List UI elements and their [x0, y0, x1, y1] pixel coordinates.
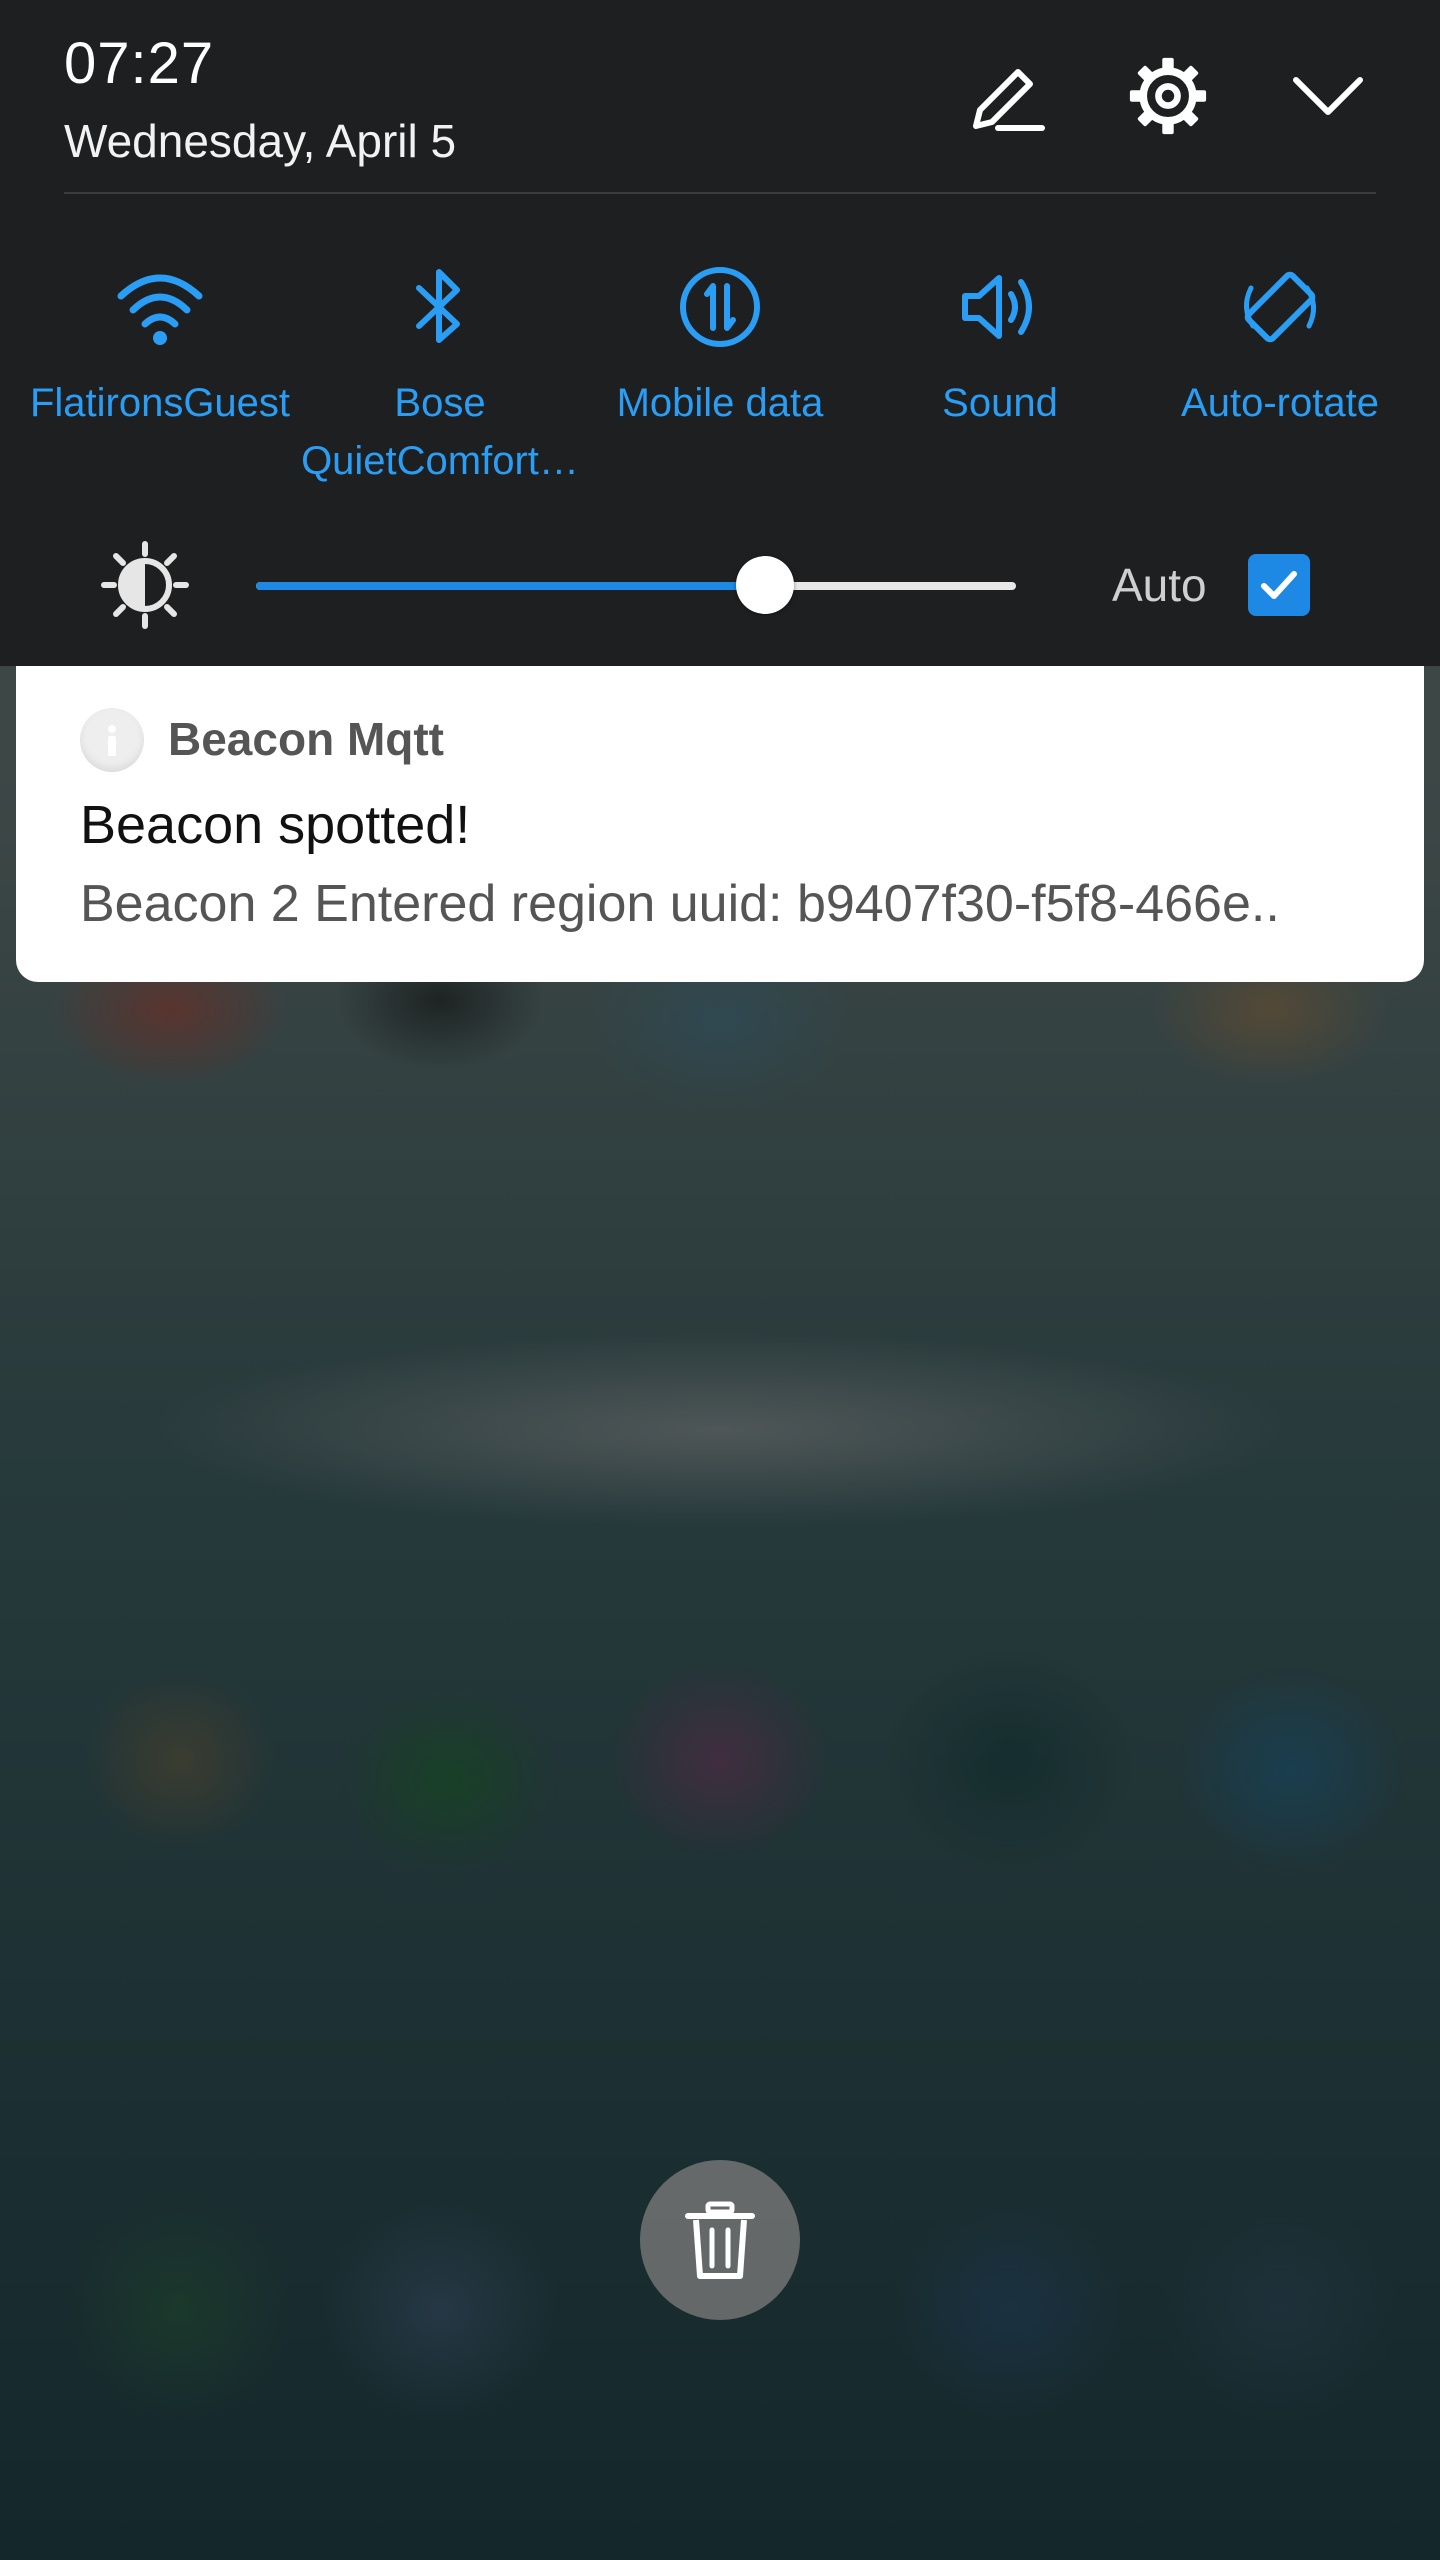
date-label: Wednesday, April 5: [64, 115, 457, 167]
brightness-icon: [100, 540, 190, 630]
auto-rotate-icon: [1235, 262, 1325, 352]
tile-auto-rotate[interactable]: Auto-rotate: [1140, 262, 1420, 432]
trash-icon: [685, 2201, 755, 2279]
tile-label-line2: QuietComfort…: [301, 439, 579, 483]
clear-all-button[interactable]: [640, 2160, 800, 2320]
bluetooth-icon: [395, 262, 485, 352]
mobile-data-icon: [675, 262, 765, 352]
tile-mobile-data[interactable]: Mobile data: [580, 262, 860, 432]
notification-card[interactable]: Beacon Mqtt Beacon spotted! Beacon 2 Ent…: [16, 666, 1424, 982]
gear-icon[interactable]: [1128, 56, 1208, 136]
wifi-icon: [115, 262, 205, 352]
notification-app-name: Beacon Mqtt: [168, 713, 444, 765]
brightness-slider-thumb[interactable]: [736, 556, 795, 614]
info-icon: [80, 708, 144, 772]
auto-brightness-label: Auto: [1112, 559, 1207, 611]
quick-settings-panel: 07:27 Wednesday, April 5 FlatironsGuest …: [0, 0, 1440, 666]
header-divider: [64, 192, 1376, 194]
tile-sound[interactable]: Sound: [860, 262, 1140, 432]
brightness-slider-fill: [256, 582, 766, 590]
tile-label: Mobile data: [616, 381, 824, 425]
chevron-down-icon[interactable]: [1288, 56, 1368, 136]
checkmark-icon: [1261, 571, 1297, 599]
tile-wifi[interactable]: FlatironsGuest: [20, 262, 300, 432]
brightness-slider[interactable]: [256, 556, 1016, 614]
auto-brightness-checkbox[interactable]: [1248, 554, 1310, 616]
tile-label: FlatironsGuest: [29, 381, 291, 425]
notification-body: Beacon 2 Entered region uuid: b9407f30-f…: [80, 875, 1280, 933]
tile-bluetooth[interactable]: Bose QuietComfort…: [300, 262, 580, 490]
tile-label: Bose: [394, 381, 486, 425]
notification-title: Beacon spotted!: [80, 795, 471, 855]
clock-time: 07:27: [64, 31, 215, 96]
sound-icon: [955, 262, 1045, 352]
tile-label: Auto-rotate: [1181, 381, 1379, 425]
tile-label: Sound: [942, 381, 1058, 425]
pencil-edit-icon[interactable]: [966, 56, 1046, 136]
